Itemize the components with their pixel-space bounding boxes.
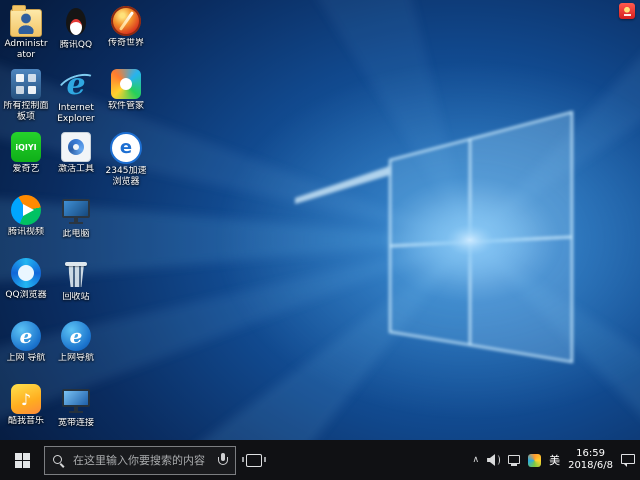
nav-e-icon: e bbox=[61, 321, 91, 351]
desktop-icon[interactable]: 宽带连接 bbox=[52, 384, 100, 429]
network-icon bbox=[508, 455, 520, 466]
chevron-up-icon: ∧ bbox=[472, 456, 479, 465]
search-icon bbox=[52, 454, 65, 467]
taskbar: ∧ 美 16:59 2018/6/8 bbox=[0, 440, 640, 480]
taskbar-search-box[interactable] bbox=[44, 446, 236, 475]
ime-button[interactable] bbox=[528, 440, 541, 480]
desktop-icon[interactable]: QQ浏览器 bbox=[2, 258, 50, 301]
tencent-video-icon bbox=[11, 195, 41, 225]
desktop-icon[interactable]: iQIYI 爱奇艺 bbox=[2, 132, 50, 175]
desktop-icon-label: 激活工具 bbox=[52, 164, 100, 175]
software-manager-icon bbox=[111, 69, 141, 99]
desktop-icon-label: 酷我音乐 bbox=[2, 416, 50, 427]
desktop-icon-label: 回收站 bbox=[52, 292, 100, 303]
start-button[interactable] bbox=[0, 440, 44, 480]
desktop-icon[interactable]: 回收站 bbox=[52, 258, 100, 303]
desktop-icon-label: 此电脑 bbox=[52, 229, 100, 240]
2345-browser-icon: e bbox=[110, 132, 142, 164]
action-center-button[interactable] bbox=[621, 440, 635, 480]
windows-logo-icon bbox=[15, 453, 30, 468]
desktop-icon-label: 2345加速浏览器 bbox=[102, 166, 150, 188]
network-button[interactable] bbox=[508, 440, 520, 480]
hidden-icons-button[interactable]: ∧ bbox=[472, 440, 479, 480]
system-tray: ∧ 美 16:59 2018/6/8 bbox=[472, 440, 640, 480]
desktop-icon[interactable]: 所有控制面板项 bbox=[2, 69, 50, 123]
desktop-icon-label: 传奇世界 bbox=[102, 38, 150, 49]
desktop-icon-label: 上网导航 bbox=[52, 353, 100, 364]
desktop-icon[interactable]: e 上网 导航 bbox=[2, 321, 50, 364]
desktop-icon-label: Administrator bbox=[2, 39, 50, 61]
volume-button[interactable] bbox=[487, 440, 500, 480]
qq-icon bbox=[60, 6, 92, 38]
activation-tool-icon bbox=[61, 132, 91, 162]
desktop-icon[interactable]: 腾讯视频 bbox=[2, 195, 50, 238]
desktop-icon-label: 软件管家 bbox=[102, 101, 150, 112]
taskbar-clock[interactable]: 16:59 2018/6/8 bbox=[568, 448, 613, 472]
clock-date: 2018/6/8 bbox=[568, 460, 613, 472]
desktop-icon[interactable]: e2345加速浏览器 bbox=[102, 132, 150, 188]
desktop-icon[interactable]: 此电脑 bbox=[52, 195, 100, 240]
action-center-icon bbox=[621, 454, 635, 467]
control-panel-icon bbox=[11, 69, 41, 99]
task-view-button[interactable] bbox=[236, 440, 272, 480]
recycle-bin-icon bbox=[60, 258, 92, 290]
desktop-icon[interactable]: eInternet Explorer bbox=[52, 69, 100, 125]
desktop-icon[interactable]: 腾讯QQ bbox=[52, 6, 100, 51]
nav-e-icon: e bbox=[11, 321, 41, 351]
windows-desktop: Administrator腾讯QQ传奇世界所有控制面板项eInternet Ex… bbox=[0, 0, 640, 480]
desktop-icon-label: 腾讯视频 bbox=[2, 227, 50, 238]
user-folder-icon bbox=[10, 9, 42, 37]
search-input[interactable] bbox=[71, 453, 211, 468]
floating-red-badge[interactable] bbox=[619, 3, 635, 19]
desktop-icon[interactable]: 激活工具 bbox=[52, 132, 100, 175]
input-method-icon bbox=[528, 454, 541, 467]
clock-time: 16:59 bbox=[568, 448, 613, 460]
speaker-icon bbox=[487, 454, 500, 466]
desktop-icon[interactable]: 软件管家 bbox=[102, 69, 150, 112]
desktop-icon-label: Internet Explorer bbox=[52, 103, 100, 125]
desktop-icon[interactable]: e 上网导航 bbox=[52, 321, 100, 364]
desktop-icon-label: QQ浏览器 bbox=[2, 290, 50, 301]
desktop-icon-label: 腾讯QQ bbox=[52, 40, 100, 51]
kuwo-music-icon: ♪ bbox=[11, 384, 41, 414]
qq-browser-icon bbox=[11, 258, 41, 288]
iqiyi-icon: iQIYI bbox=[11, 132, 41, 162]
desktop-icon[interactable]: Administrator bbox=[2, 6, 50, 61]
desktop-icon-label: 所有控制面板项 bbox=[2, 101, 50, 123]
desktop-icon[interactable]: 传奇世界 bbox=[102, 6, 150, 49]
desktop-icon[interactable]: ♪ 酷我音乐 bbox=[2, 384, 50, 427]
desktop-icon-label: 宽带连接 bbox=[52, 418, 100, 429]
task-view-icon bbox=[246, 454, 262, 467]
desktop-icon-label: 爱奇艺 bbox=[2, 164, 50, 175]
desktop-icon-label: 上网 导航 bbox=[2, 353, 50, 364]
legend-world-icon bbox=[111, 6, 141, 36]
broadband-icon bbox=[60, 384, 92, 416]
ime-language-indicator[interactable]: 美 bbox=[549, 440, 560, 480]
microphone-icon[interactable] bbox=[217, 453, 228, 467]
internet-explorer-icon: e bbox=[60, 69, 92, 101]
desktop-icon-grid: Administrator腾讯QQ传奇世界所有控制面板项eInternet Ex… bbox=[0, 0, 640, 440]
this-pc-icon bbox=[60, 195, 92, 227]
